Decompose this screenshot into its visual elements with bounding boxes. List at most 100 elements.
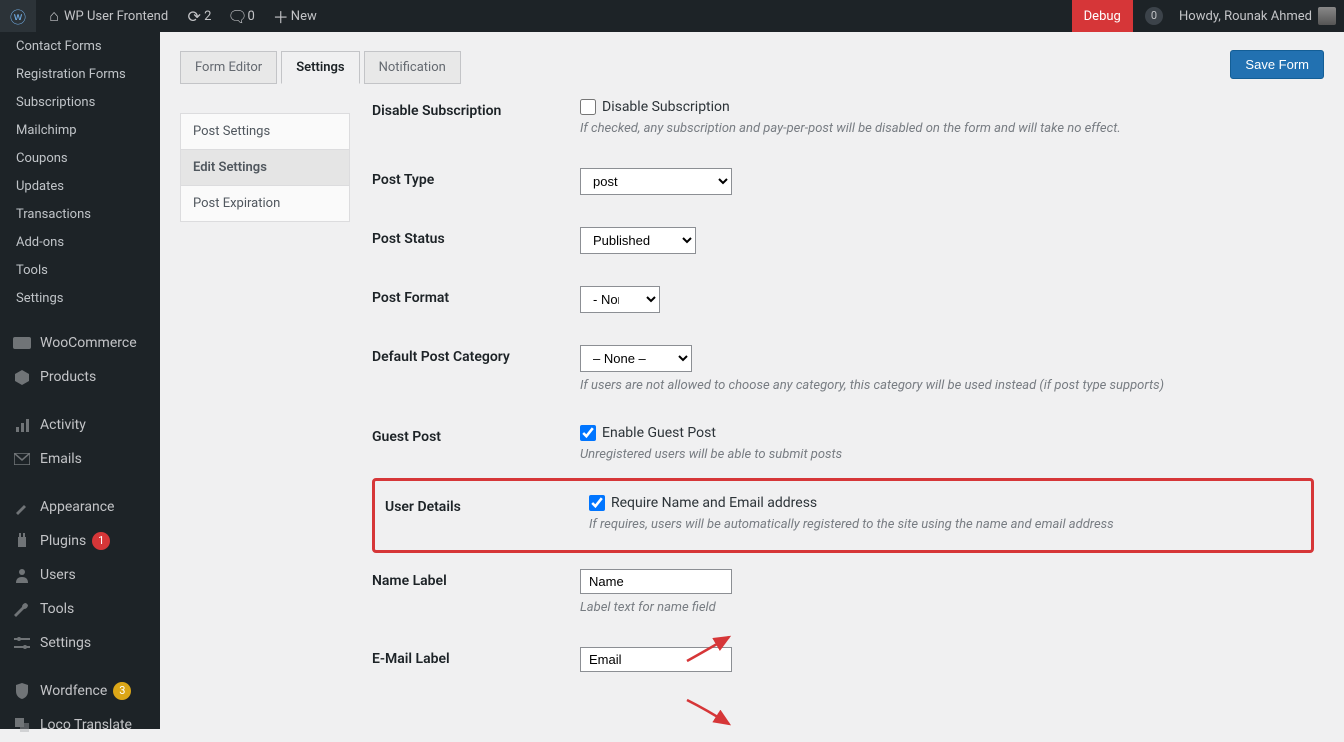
settings-sub-tabs: Post Settings Edit Settings Post Expirat… — [180, 113, 350, 713]
sidebar-item-loco[interactable]: Loco Translate — [0, 708, 160, 742]
sidebar-item-addons[interactable]: Add-ons — [0, 228, 160, 256]
activity-icon — [12, 415, 32, 435]
label-guest-post: Guest Post — [372, 425, 580, 445]
sidebar-item-emails[interactable]: Emails — [0, 442, 160, 476]
select-post-type[interactable]: post — [580, 168, 732, 195]
admin-bar: ⓦ ⌂WP User Frontend ⟳2 🗨0 ＋New Debug 0 H… — [0, 0, 1344, 32]
row-guest-post: Guest Post Enable Guest Post Unregistere… — [372, 409, 1314, 478]
sidebar-item-settings[interactable]: Settings — [0, 284, 160, 312]
mail-icon — [12, 449, 32, 469]
debug-button[interactable]: Debug — [1072, 0, 1133, 32]
select-post-status[interactable]: Published — [580, 227, 696, 254]
new-link[interactable]: ＋New — [263, 0, 325, 32]
avatar — [1318, 7, 1336, 25]
input-name-label[interactable] — [580, 569, 732, 594]
refresh-link[interactable]: ⟳2 — [176, 0, 219, 32]
checkbox-guest-post[interactable] — [580, 425, 596, 441]
site-title: WP User Frontend — [64, 9, 168, 24]
home-icon: ⌂ — [44, 6, 64, 26]
plug-icon — [12, 531, 32, 551]
admin-sidebar: Contact Forms Registration Forms Subscri… — [0, 32, 160, 729]
comment-icon: 🗨 — [227, 7, 247, 26]
plus-icon: ＋ — [271, 4, 291, 28]
wordpress-icon: ⓦ — [8, 4, 28, 28]
desc-disable-subscription: If checked, any subscription and pay-per… — [580, 121, 1314, 136]
howdy-text: Howdy, Rounak Ahmed — [1179, 9, 1312, 24]
refresh-count: 2 — [204, 9, 211, 24]
row-email-label: E-Mail Label — [372, 631, 1314, 688]
select-default-category[interactable]: – None – — [580, 345, 692, 372]
comments-count: 0 — [247, 9, 254, 24]
tab-notification[interactable]: Notification — [364, 51, 461, 84]
row-default-category: Default Post Category – None – If users … — [372, 329, 1314, 409]
sidebar-item-updates[interactable]: Updates — [0, 172, 160, 200]
cube-icon — [12, 367, 32, 387]
desc-default-category: If users are not allowed to choose any c… — [580, 378, 1314, 393]
sub-tab-post-expiration[interactable]: Post Expiration — [180, 185, 350, 222]
label-name-label: Name Label — [372, 569, 580, 589]
plugins-badge: 1 — [92, 532, 110, 550]
site-link[interactable]: ⌂WP User Frontend — [36, 0, 176, 32]
row-post-type: Post Type post — [372, 152, 1314, 211]
checkbox-user-details[interactable] — [589, 495, 605, 511]
label-post-status: Post Status — [372, 227, 580, 247]
notif-count-badge: 0 — [1145, 7, 1163, 25]
sliders-icon — [12, 633, 32, 653]
sidebar-item-subscriptions[interactable]: Subscriptions — [0, 88, 160, 116]
sidebar-item-settings-main[interactable]: Settings — [0, 626, 160, 660]
sidebar-item-products[interactable]: Products — [0, 360, 160, 394]
label-default-category: Default Post Category — [372, 345, 580, 365]
sidebar-item-wordfence[interactable]: Wordfence3 — [0, 674, 160, 708]
cb-guest-post[interactable]: Enable Guest Post — [580, 425, 1314, 441]
desc-user-details: If requires, users will be automatically… — [589, 517, 1305, 532]
sidebar-item-appearance[interactable]: Appearance — [0, 490, 160, 524]
sidebar-item-activity[interactable]: Activity — [0, 408, 160, 442]
form-tabs: Form Editor Settings Notification — [180, 50, 1324, 83]
row-name-label: Name Label Label text for name field — [372, 553, 1314, 631]
brush-icon — [12, 497, 32, 517]
highlight-user-details: User Details Require Name and Email addr… — [372, 478, 1314, 553]
sub-tab-post-settings[interactable]: Post Settings — [180, 113, 350, 150]
sidebar-item-tools-main[interactable]: Tools — [0, 592, 160, 626]
row-disable-subscription: Disable Subscription Disable Subscriptio… — [372, 83, 1314, 152]
sidebar-item-plugins[interactable]: Plugins1 — [0, 524, 160, 558]
sidebar-item-woocommerce[interactable]: WooCommerce — [0, 326, 160, 360]
sidebar-item-coupons[interactable]: Coupons — [0, 144, 160, 172]
label-post-type: Post Type — [372, 168, 580, 188]
cb-user-details[interactable]: Require Name and Email address — [589, 495, 1305, 511]
sidebar-item-tools[interactable]: Tools — [0, 256, 160, 284]
tab-settings[interactable]: Settings — [281, 51, 359, 84]
translate-icon — [12, 715, 32, 735]
wrench-icon — [12, 599, 32, 619]
tab-form-editor[interactable]: Form Editor — [180, 51, 277, 84]
label-disable-subscription: Disable Subscription — [372, 99, 580, 119]
sidebar-item-registration-forms[interactable]: Registration Forms — [0, 60, 160, 88]
woo-icon — [12, 333, 32, 353]
sidebar-item-mailchimp[interactable]: Mailchimp — [0, 116, 160, 144]
row-post-format: Post Format - None - — [372, 270, 1314, 329]
desc-guest-post: Unregistered users will be able to submi… — [580, 447, 1314, 462]
row-user-details: User Details Require Name and Email addr… — [381, 487, 1305, 540]
sidebar-item-contact-forms[interactable]: Contact Forms — [0, 32, 160, 60]
shield-icon — [12, 681, 32, 701]
label-user-details: User Details — [381, 495, 589, 515]
input-email-label[interactable] — [580, 647, 732, 672]
select-post-format[interactable]: - None - — [580, 286, 660, 313]
comments-link[interactable]: 🗨0 — [219, 0, 262, 32]
refresh-icon: ⟳ — [184, 7, 204, 26]
sidebar-item-transactions[interactable]: Transactions — [0, 200, 160, 228]
wordfence-badge: 3 — [113, 682, 131, 700]
sub-tab-edit-settings[interactable]: Edit Settings — [180, 149, 350, 186]
checkbox-disable-subscription[interactable] — [580, 99, 596, 115]
settings-panel[interactable]: Disable Subscription Disable Subscriptio… — [372, 83, 1324, 713]
howdy-link[interactable]: Howdy, Rounak Ahmed — [1171, 0, 1344, 32]
row-post-status: Post Status Published — [372, 211, 1314, 270]
wp-logo[interactable]: ⓦ — [0, 0, 36, 32]
save-form-button[interactable]: Save Form — [1230, 50, 1324, 79]
label-email-label: E-Mail Label — [372, 647, 580, 667]
user-icon — [12, 565, 32, 585]
label-post-format: Post Format — [372, 286, 580, 306]
notif-link[interactable]: 0 — [1133, 0, 1171, 32]
cb-disable-subscription[interactable]: Disable Subscription — [580, 99, 1314, 115]
sidebar-item-users[interactable]: Users — [0, 558, 160, 592]
